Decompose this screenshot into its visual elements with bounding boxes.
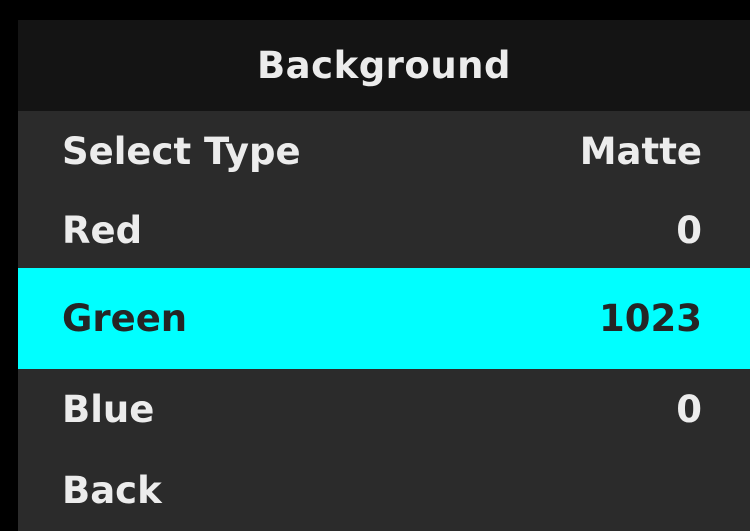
menu-item-back[interactable]: Back <box>18 449 750 531</box>
menu-item-blue[interactable]: Blue 0 <box>18 369 750 449</box>
menu-item-red[interactable]: Red 0 <box>18 192 750 268</box>
menu-item-green[interactable]: Green 1023 <box>18 268 750 369</box>
menu-item-value: 0 <box>676 208 702 252</box>
menu-item-label: Red <box>62 208 143 252</box>
menu-item-label: Select Type <box>62 130 301 173</box>
menu-item-value: Matte <box>579 130 702 173</box>
menu-item-label: Green <box>62 297 188 340</box>
menu-item-select-type[interactable]: Select Type Matte <box>18 111 750 192</box>
menu-item-value: 1023 <box>599 297 702 340</box>
menu-item-label: Blue <box>62 387 155 431</box>
menu-item-value: 0 <box>676 387 702 431</box>
menu-item-label: Back <box>62 468 162 512</box>
screen-frame: Background Select Type Matte Red 0 Green… <box>0 0 750 531</box>
background-menu: Background Select Type Matte Red 0 Green… <box>18 20 750 531</box>
menu-title: Background <box>18 20 750 111</box>
